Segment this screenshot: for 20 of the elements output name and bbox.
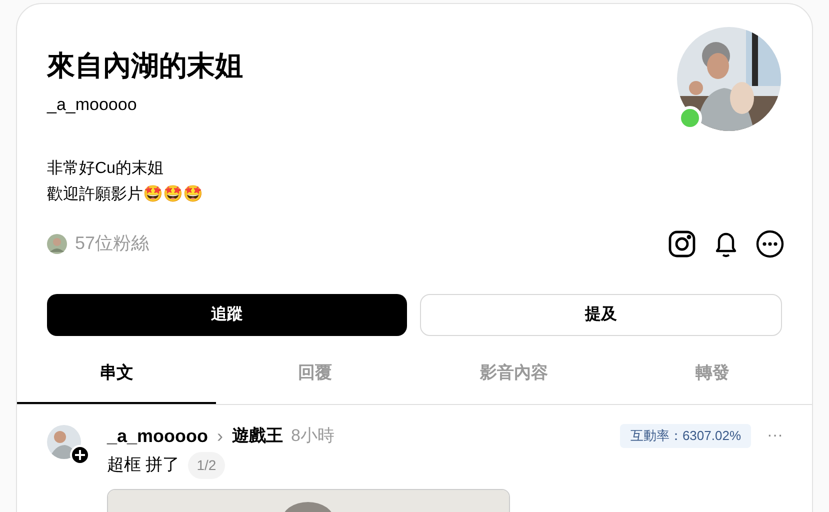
post-text: 超框 拼了: [107, 454, 180, 476]
post-time: 8小時: [291, 425, 334, 448]
follow-button[interactable]: 追蹤: [47, 294, 407, 336]
tab[interactable]: 串文: [17, 348, 216, 404]
instagram-icon[interactable]: [668, 230, 696, 258]
bio-line: 非常好Cu的末姐: [47, 158, 164, 178]
bio-line: 歡迎許願影片🤩🤩🤩: [47, 184, 204, 204]
profile-name: 來自內湖的末姐: [47, 49, 244, 83]
post-author-avatar-icon: [47, 424, 81, 458]
chevron-icon: ›: [217, 422, 224, 450]
post-author[interactable]: _a_mooooo: [107, 422, 208, 450]
engagement-badge: 互動率：6307.02%: [620, 424, 752, 448]
more-button[interactable]: ···: [767, 424, 783, 448]
mention-button[interactable]: 提及: [420, 294, 782, 336]
post-topic[interactable]: 遊戲王: [232, 423, 284, 449]
add-follow-icon[interactable]: [70, 444, 90, 464]
page-indicator: 1/2: [188, 452, 226, 478]
follower-avatar-icon: [47, 234, 67, 254]
more-icon[interactable]: [756, 230, 784, 258]
profile-handle: _a_mooooo: [47, 94, 138, 116]
